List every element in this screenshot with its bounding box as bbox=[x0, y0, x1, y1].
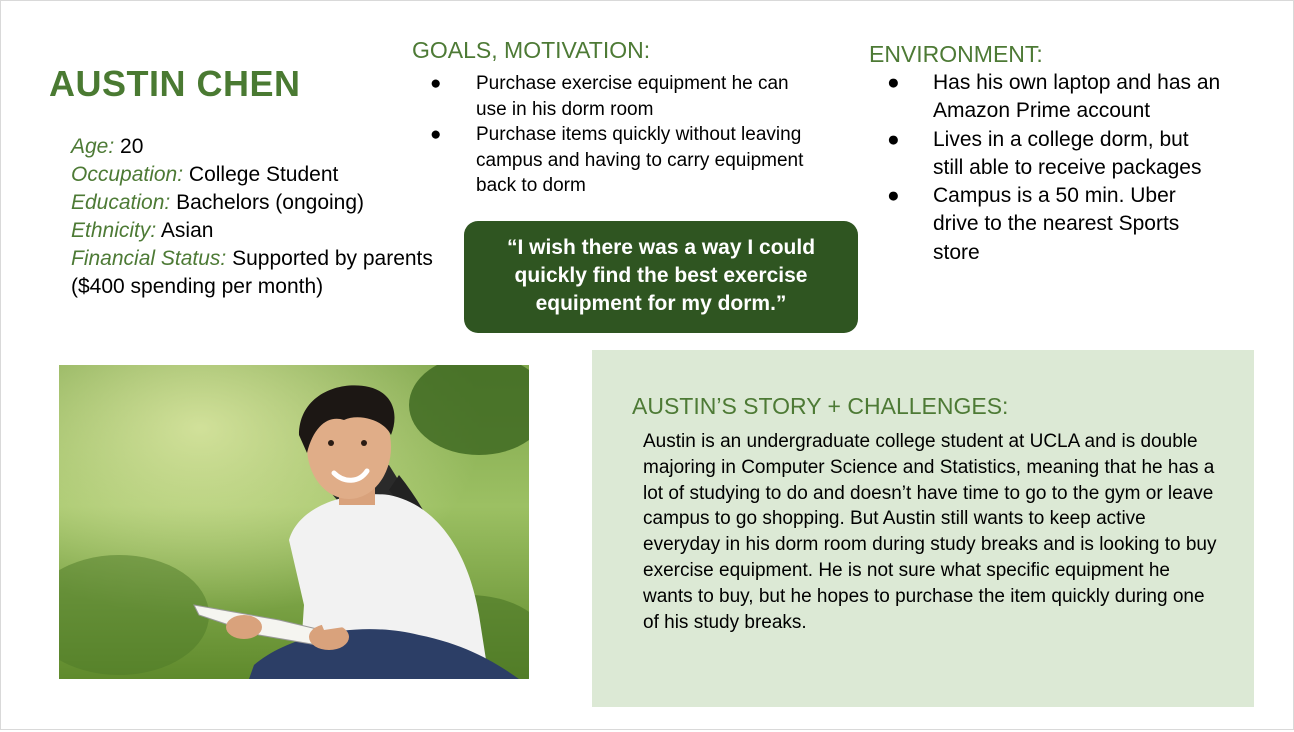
list-item-text: Lives in a college dorm, but still able … bbox=[933, 127, 1202, 179]
bullet-icon: ● bbox=[887, 127, 900, 151]
fact-label: Education: bbox=[71, 191, 171, 214]
story-text: Austin is an undergraduate college stude… bbox=[643, 431, 1217, 633]
fact-financial-status: Financial Status: Supported by parents (… bbox=[71, 245, 451, 301]
fact-ethnicity: Ethnicity: Asian bbox=[71, 217, 451, 245]
bullet-icon: ● bbox=[887, 184, 900, 208]
environment-list: ● Has his own laptop and has an Amazon Pr… bbox=[887, 69, 1223, 267]
bullet-icon: ● bbox=[887, 71, 900, 94]
fact-label: Age: bbox=[71, 135, 115, 158]
fact-value: Bachelors (ongoing) bbox=[176, 191, 365, 214]
list-item: ● Purchase items quickly without leaving … bbox=[430, 122, 806, 199]
persona-slide: AUSTIN CHEN Age: 20 Occupation: College … bbox=[0, 0, 1294, 730]
persona-name: AUSTIN CHEN bbox=[49, 63, 301, 104]
fact-age: Age: 20 bbox=[71, 133, 451, 161]
list-item-text: Purchase exercise equipment he can use i… bbox=[476, 73, 789, 120]
fact-value: College Student bbox=[188, 163, 339, 186]
list-item: ● Lives in a college dorm, but still able… bbox=[887, 126, 1223, 183]
goals-list: ● Purchase exercise equipment he can use … bbox=[430, 71, 806, 199]
list-item: ● Purchase exercise equipment he can use … bbox=[430, 71, 806, 122]
fact-label: Financial Status: bbox=[71, 247, 227, 270]
persona-facts: Age: 20 Occupation: College Student Educ… bbox=[71, 133, 451, 301]
fact-value: 20 bbox=[114, 135, 144, 158]
persona-quote: “I wish there was a way I could quickly … bbox=[464, 221, 858, 333]
fact-occupation: Occupation: College Student bbox=[71, 161, 451, 189]
bullet-icon: ● bbox=[430, 73, 442, 94]
list-item: ● Campus is a 50 min. Uber drive to the n… bbox=[887, 182, 1223, 267]
goals-heading: GOALS, MOTIVATION: bbox=[412, 37, 651, 63]
list-item-text: Purchase items quickly without leaving c… bbox=[476, 124, 804, 196]
fact-value: Asian bbox=[160, 219, 214, 242]
fact-education: Education: Bachelors (ongoing) bbox=[71, 189, 451, 217]
list-item: ● Has his own laptop and has an Amazon Pr… bbox=[887, 69, 1223, 126]
list-item-text: Has his own laptop and has an Amazon Pri… bbox=[933, 71, 1221, 123]
bullet-icon: ● bbox=[430, 124, 442, 145]
list-item-text: Campus is a 50 min. Uber drive to the ne… bbox=[933, 184, 1180, 264]
story-heading: AUSTIN’S STORY + CHALLENGES: bbox=[632, 393, 1009, 419]
fact-label: Occupation: bbox=[71, 163, 184, 186]
persona-photo bbox=[59, 365, 529, 679]
fact-label: Ethnicity: bbox=[71, 219, 157, 242]
environment-heading: ENVIRONMENT: bbox=[869, 41, 1043, 67]
